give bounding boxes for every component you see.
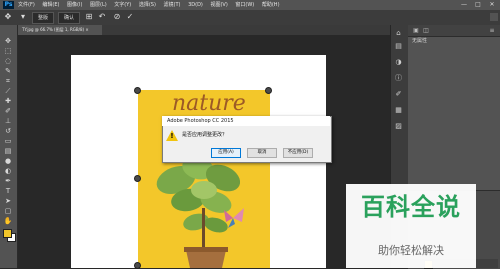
- dialog-title: Adobe Photoshop CC 2015: [162, 116, 330, 126]
- transform-handle-tr[interactable]: [265, 87, 272, 94]
- move-tool-icon[interactable]: ✥: [3, 12, 13, 22]
- document-tab[interactable]: TY.jpg @ 66.7% (图层 1, RGB/8) ×: [18, 25, 102, 35]
- type-tool-icon[interactable]: T: [3, 187, 13, 195]
- plant-leaves: [156, 156, 241, 233]
- watermark-subtitle: 助你轻松解决: [378, 244, 444, 257]
- styles-icon[interactable]: ▨: [394, 122, 403, 131]
- mode-button[interactable]: 整版: [32, 12, 54, 24]
- transform-icon[interactable]: ⊞: [84, 12, 94, 22]
- foreground-color-swatch[interactable]: [3, 229, 12, 238]
- plant-stem: [202, 208, 205, 253]
- history-icon[interactable]: ⌂: [394, 29, 403, 38]
- gradient-tool-icon[interactable]: ▤: [3, 147, 13, 155]
- cancel-button[interactable]: 取消: [247, 148, 277, 158]
- dropdown-icon[interactable]: ▾: [18, 12, 28, 22]
- minimize-button[interactable]: —: [457, 0, 471, 10]
- menu-filter[interactable]: 滤镜(T): [164, 2, 181, 8]
- brush-tool-icon[interactable]: ✐: [3, 107, 13, 115]
- commit-transform-icon[interactable]: ✓: [125, 12, 135, 22]
- menu-file[interactable]: 文件(F): [18, 2, 35, 8]
- properties-label: 无属性: [412, 38, 428, 44]
- dodge-tool-icon[interactable]: ◐: [3, 167, 13, 175]
- menu-window[interactable]: 窗口(W): [235, 2, 254, 8]
- menu-items: 文件(F) 编辑(E) 图像(I) 图层(L) 文字(Y) 选择(S) 滤镜(T…: [18, 0, 286, 10]
- quick-select-tool-icon[interactable]: ✎: [3, 67, 13, 75]
- shape-tool-icon[interactable]: ▢: [3, 207, 13, 215]
- dialog-message: 是否应用调整更改？: [182, 132, 228, 138]
- stamp-tool-icon[interactable]: ⊥: [3, 117, 13, 125]
- menu-bar: Ps 文件(F) 编辑(E) 图像(I) 图层(L) 文字(Y) 选择(S) 滤…: [0, 0, 500, 10]
- history-brush-tool-icon[interactable]: ↺: [3, 127, 13, 135]
- photoshop-logo: Ps: [3, 1, 14, 9]
- menu-view[interactable]: 视图(V): [210, 2, 227, 8]
- marquee-tool-icon[interactable]: ⬚: [3, 47, 13, 55]
- confirm-button[interactable]: 确认: [58, 12, 80, 24]
- panel-tab-icon[interactable]: ▣: [412, 27, 420, 35]
- cancel-transform-icon[interactable]: ⊘: [112, 12, 122, 22]
- blur-tool-icon[interactable]: ●: [3, 157, 13, 165]
- poster-title: nature: [172, 91, 246, 116]
- move-tool-icon[interactable]: ✥: [3, 37, 13, 45]
- reset-icon[interactable]: ↶: [97, 12, 107, 22]
- panel-menu-icon[interactable]: ≡: [488, 27, 496, 35]
- menu-select[interactable]: 选择(S): [139, 2, 156, 8]
- info-icon[interactable]: ⓘ: [394, 74, 403, 83]
- watermark-title: 百科全说: [361, 193, 461, 221]
- workspace-icon[interactable]: [490, 13, 498, 21]
- close-button[interactable]: ✕: [485, 0, 499, 10]
- menu-edit[interactable]: 编辑(E): [42, 2, 59, 8]
- warning-mark: !: [170, 132, 174, 140]
- transform-handle-tl[interactable]: [134, 87, 141, 94]
- transform-handle-ml[interactable]: [134, 175, 141, 182]
- apply-button[interactable]: 应用(A): [211, 148, 241, 158]
- panel-tab-icon[interactable]: ◫: [422, 27, 430, 35]
- plant-pot: [186, 250, 226, 268]
- healing-tool-icon[interactable]: ✚: [3, 97, 13, 105]
- properties-icon[interactable]: ▤: [394, 42, 403, 51]
- swatches-icon[interactable]: ▦: [394, 106, 403, 115]
- lasso-tool-icon[interactable]: ◌: [3, 57, 13, 65]
- pen-tool-icon[interactable]: ✒: [3, 177, 13, 185]
- menu-layer[interactable]: 图层(L): [90, 2, 107, 8]
- menu-image[interactable]: 图像(I): [67, 2, 82, 8]
- menu-help[interactable]: 帮助(H): [262, 2, 280, 8]
- brush-panel-icon[interactable]: ✐: [394, 90, 403, 99]
- adjustments-icon[interactable]: ◑: [394, 58, 403, 67]
- menu-type[interactable]: 文字(Y): [114, 2, 131, 8]
- hand-tool-icon[interactable]: ✋: [3, 217, 13, 225]
- dont-apply-button[interactable]: 不应用(D): [283, 148, 313, 158]
- path-select-tool-icon[interactable]: ➤: [3, 197, 13, 205]
- menu-3d[interactable]: 3D(D): [188, 2, 203, 8]
- crop-tool-icon[interactable]: ⌗: [3, 77, 13, 85]
- eyedropper-tool-icon[interactable]: ⟋: [3, 87, 13, 95]
- maximize-button[interactable]: □: [471, 0, 485, 10]
- eraser-tool-icon[interactable]: ▭: [3, 137, 13, 145]
